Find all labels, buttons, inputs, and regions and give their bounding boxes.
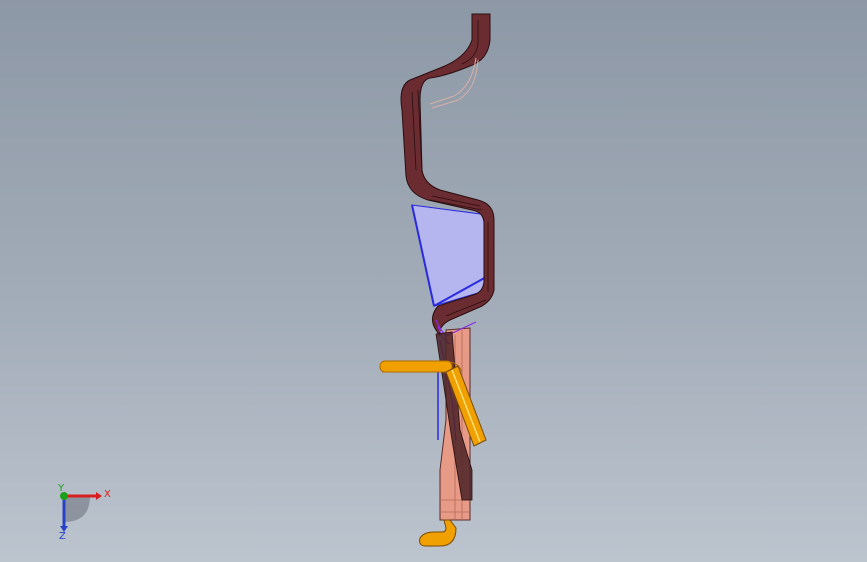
cooling-pipe-elbow: [419, 519, 457, 547]
cad-viewport[interactable]: X Y Z: [0, 0, 867, 562]
y-axis-label: Y: [58, 483, 65, 494]
mold-part-model[interactable]: [0, 0, 867, 562]
x-axis-label: X: [104, 489, 111, 500]
x-axis-arrow: [96, 492, 102, 500]
cooling-pipe-horizontal-body: [379, 360, 453, 373]
z-axis-label: Z: [59, 531, 66, 542]
triad-graphic: [60, 492, 102, 532]
axis-triad: X Y Z: [44, 482, 124, 552]
triad-shadow: [64, 496, 90, 522]
